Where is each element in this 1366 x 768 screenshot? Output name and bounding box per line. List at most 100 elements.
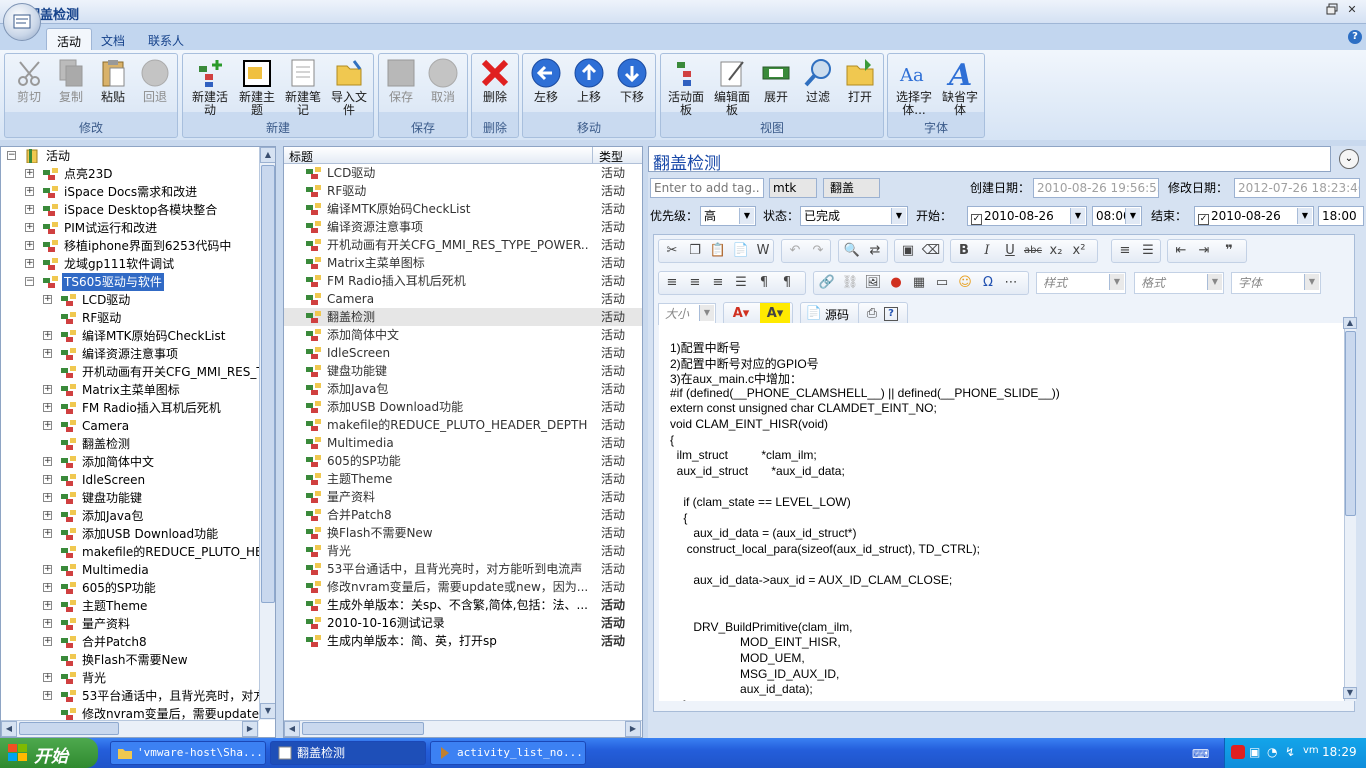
expand-toggle[interactable]: +: [43, 529, 52, 538]
undo-button[interactable]: 回退: [135, 58, 175, 128]
list-row[interactable]: 开机动画有开关CFG_MMI_RES_TYPE_POWER... 活动: [284, 236, 642, 254]
expand-toggle[interactable]: +: [43, 637, 52, 646]
paste-icon[interactable]: 📋: [707, 240, 729, 262]
expand-toggle[interactable]: +: [25, 205, 34, 214]
list-row[interactable]: Multimedia 活动: [284, 434, 642, 452]
print-icon[interactable]: ⎙: [861, 303, 883, 325]
tab-documents[interactable]: 文档: [91, 28, 135, 50]
expand-toggle[interactable]: +: [25, 187, 34, 196]
tree-item[interactable]: 换Flash不需要New: [1, 651, 275, 669]
scroll-right-arrow[interactable]: ▶: [242, 721, 258, 737]
tree-item[interactable]: + Matrix主菜单图标: [1, 381, 275, 399]
strikethrough-icon[interactable]: abc: [1022, 240, 1044, 262]
list-row[interactable]: 生成外单版本：关sp、不含繁,简体,包括：法、... 活动: [284, 596, 642, 614]
font-select[interactable]: 字体 ▼: [1231, 272, 1321, 294]
list-row[interactable]: 添加简体中文 活动: [284, 326, 642, 344]
expand-toggle[interactable]: +: [43, 421, 52, 430]
tree-vertical-scrollbar[interactable]: ▲ ▼: [259, 147, 275, 720]
new-activity-button[interactable]: 新建活动: [188, 58, 232, 128]
tag-chip[interactable]: mtk: [769, 178, 817, 198]
tree-item[interactable]: + PIM试运行和改进: [1, 219, 275, 237]
collapse-detail-button[interactable]: ⌄: [1339, 149, 1359, 169]
expand-toggle[interactable]: +: [43, 601, 52, 610]
choose-font-button[interactable]: Aa 选择字体...: [891, 58, 937, 128]
tree-horizontal-scrollbar[interactable]: ◀ ▶: [1, 720, 259, 737]
taskbar-item-editor[interactable]: activity_list_no...: [430, 741, 586, 765]
tag-input[interactable]: [650, 178, 764, 198]
list-row[interactable]: 605的SP功能 活动: [284, 452, 642, 470]
scroll-right-arrow[interactable]: ▶: [625, 721, 641, 737]
remove-format-icon[interactable]: ⌫: [920, 240, 942, 262]
tab-contacts[interactable]: 联系人: [138, 28, 194, 50]
tree-item[interactable]: RF驱动: [1, 309, 275, 327]
list-row[interactable]: 翻盖检测 活动: [284, 308, 642, 326]
redo-icon[interactable]: ↷: [807, 240, 829, 262]
superscript-icon[interactable]: x²: [1068, 240, 1090, 262]
italic-icon[interactable]: I: [976, 240, 998, 262]
column-type[interactable]: 类型: [599, 148, 623, 165]
start-time-picker[interactable]: 08:00 ▼: [1092, 206, 1142, 226]
align-justify-icon[interactable]: ☰: [730, 272, 752, 294]
expand-toggle[interactable]: +: [25, 241, 34, 250]
special-char-icon[interactable]: Ω: [977, 272, 999, 294]
tree-item[interactable]: 开机动画有开关CFG_MMI_RES_T: [1, 363, 275, 381]
expand-toggle[interactable]: +: [43, 691, 52, 700]
expand-toggle[interactable]: +: [43, 331, 52, 340]
expand-toggle[interactable]: +: [43, 583, 52, 592]
scroll-down-arrow[interactable]: ▼: [1343, 687, 1357, 699]
replace-icon[interactable]: ⇄: [864, 240, 886, 262]
horizontal-rule-icon[interactable]: ▭: [931, 272, 953, 294]
default-font-button[interactable]: A 缺省字体: [938, 58, 982, 128]
smiley-icon[interactable]: ☺: [954, 272, 976, 294]
table-icon[interactable]: ▦: [908, 272, 930, 294]
expand-toggle[interactable]: +: [25, 259, 34, 268]
volume-icon[interactable]: ◔: [1267, 745, 1277, 759]
find-icon[interactable]: 🔍: [841, 240, 863, 262]
list-row[interactable]: makefile的REDUCE_PLUTO_HEADER_DEPTH 活动: [284, 416, 642, 434]
list-row[interactable]: 编译MTK原始码CheckList 活动: [284, 200, 642, 218]
scroll-left-arrow[interactable]: ◀: [284, 721, 300, 737]
new-note-button[interactable]: 新建笔记: [281, 58, 325, 128]
expand-toggle[interactable]: +: [43, 511, 52, 520]
list-row[interactable]: Matrix主菜单图标 活动: [284, 254, 642, 272]
tree-item[interactable]: makefile的REDUCE_PLUTO_HEAI: [1, 543, 275, 561]
bold-icon[interactable]: B: [953, 240, 975, 262]
start-button[interactable]: 开始: [0, 738, 98, 768]
list-row[interactable]: IdleScreen 活动: [284, 344, 642, 362]
start-date-picker[interactable]: ✓ 2010-08-26 ▼: [967, 206, 1087, 226]
paste-text-icon[interactable]: 📄: [730, 240, 752, 262]
tree-item[interactable]: + 点亮23D: [1, 165, 275, 183]
expand-toggle[interactable]: +: [25, 223, 34, 232]
unlink-icon[interactable]: ⛓: [839, 272, 861, 294]
tree-item[interactable]: + Multimedia: [1, 561, 275, 579]
tree-item[interactable]: +53平台通话中，且背光亮时，对方: [1, 687, 275, 705]
list-row[interactable]: 合并Patch8 活动: [284, 506, 642, 524]
paste-button[interactable]: 粘贴: [93, 58, 133, 128]
tree-item[interactable]: + 移植iphone界面到6253代码中: [1, 237, 275, 255]
tree-item[interactable]: + iSpace Docs需求和改进: [1, 183, 275, 201]
tree-item[interactable]: + 添加USB Download功能: [1, 525, 275, 543]
tree-item[interactable]: 翻盖检测: [1, 435, 275, 453]
list-row[interactable]: FM Radio插入耳机后死机 活动: [284, 272, 642, 290]
tree-item[interactable]: + 主题Theme: [1, 597, 275, 615]
blockquote-icon[interactable]: ❞: [1218, 240, 1240, 262]
list-row[interactable]: 添加Java包 活动: [284, 380, 642, 398]
tree-item[interactable]: + 编译MTK原始码CheckList: [1, 327, 275, 345]
help-icon[interactable]: ?: [884, 307, 898, 321]
tree-item[interactable]: + 合并Patch8: [1, 633, 275, 651]
list-row[interactable]: Camera 活动: [284, 290, 642, 308]
expand-toggle[interactable]: +: [43, 493, 52, 502]
editor-document[interactable]: 1)配置中断号 2)配置中断号对应的GPIO号 3)在aux_main.c中增加： #…: [659, 323, 1345, 701]
list-row[interactable]: 添加USB Download功能 活动: [284, 398, 642, 416]
edit-panel-button[interactable]: 编辑面板: [710, 58, 754, 128]
move-down-button[interactable]: 下移: [612, 58, 652, 128]
align-left-icon[interactable]: ≡: [661, 272, 683, 294]
rtl-icon[interactable]: ¶: [776, 272, 798, 294]
tab-activity[interactable]: 活动: [46, 28, 93, 50]
format-select[interactable]: 格式 ▼: [1134, 272, 1224, 294]
list-row[interactable]: 量产资料 活动: [284, 488, 642, 506]
list-row[interactable]: 主题Theme 活动: [284, 470, 642, 488]
undo-icon[interactable]: ↶: [784, 240, 806, 262]
tree-item[interactable]: + FM Radio插入耳机后死机: [1, 399, 275, 417]
list-row[interactable]: 生成内单版本：简、英，打开sp 活动: [284, 632, 642, 650]
